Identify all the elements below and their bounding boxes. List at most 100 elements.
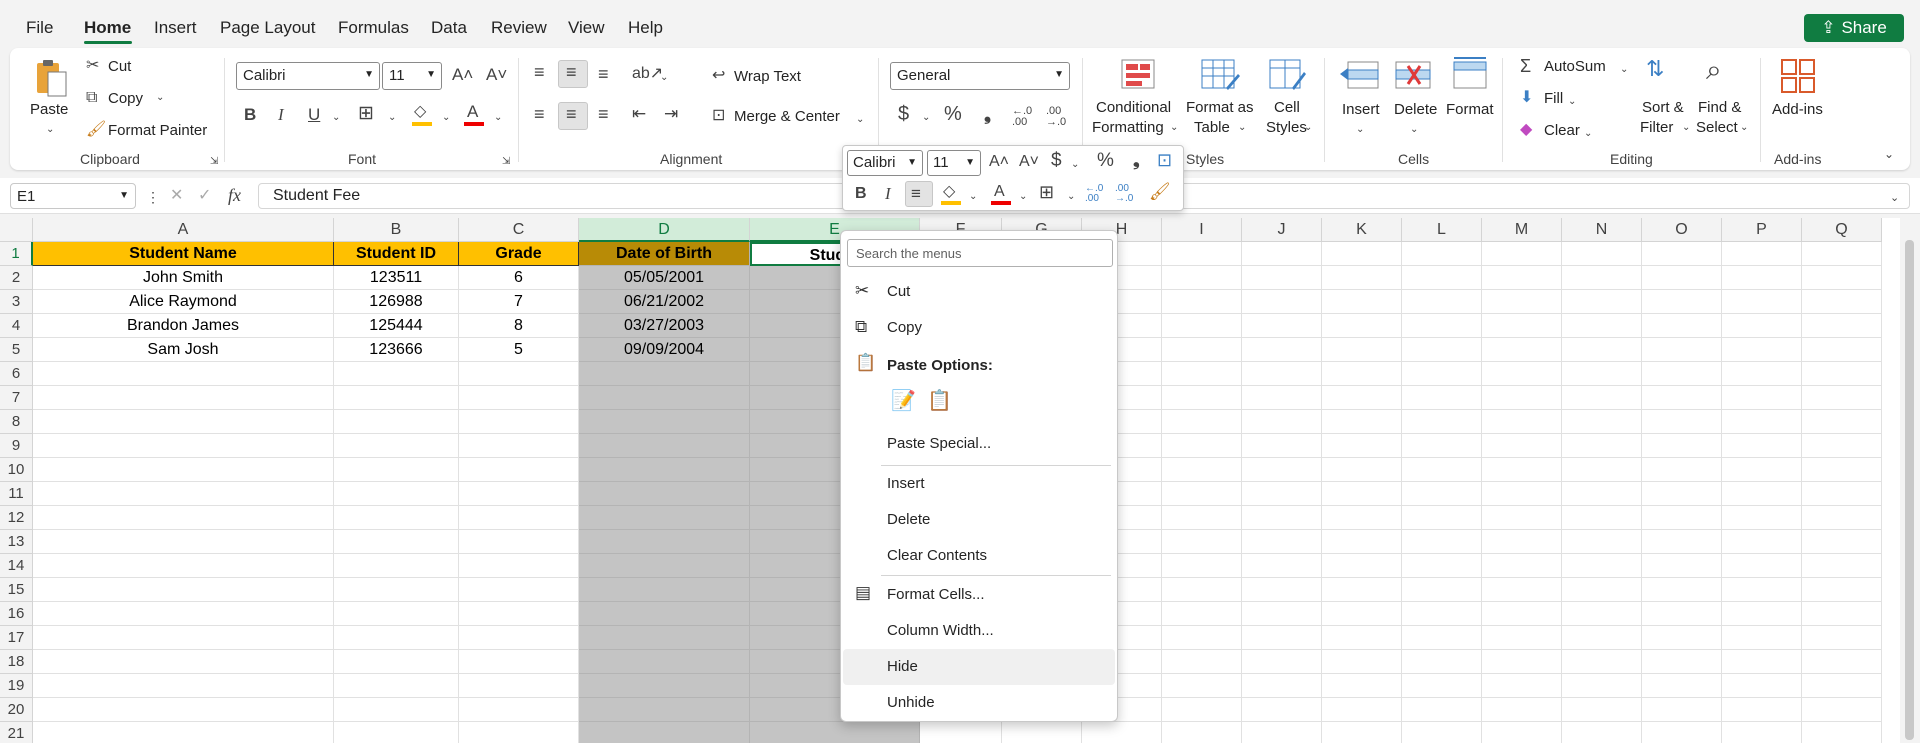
insert-function-icon[interactable]: fx: [228, 186, 241, 204]
empty-cell[interactable]: [459, 386, 579, 410]
empty-cell[interactable]: [1482, 458, 1562, 482]
empty-cell[interactable]: [1482, 410, 1562, 434]
chevron-down-icon[interactable]: ⌄: [922, 110, 930, 126]
empty-cell[interactable]: [579, 482, 750, 506]
empty-cell[interactable]: [1642, 626, 1722, 650]
row-header-16[interactable]: 16: [0, 602, 33, 626]
empty-cell[interactable]: [1802, 674, 1882, 698]
empty-cell[interactable]: [1642, 530, 1722, 554]
chevron-down-icon[interactable]: ⌄: [1071, 157, 1079, 173]
more-options-icon[interactable]: ⋮: [146, 189, 160, 205]
empty-cell[interactable]: [1722, 698, 1802, 722]
row-header-6[interactable]: 6: [0, 362, 33, 386]
empty-cell[interactable]: [1642, 482, 1722, 506]
empty-cell[interactable]: [1322, 698, 1402, 722]
empty-cell[interactable]: [1642, 650, 1722, 674]
empty-cell[interactable]: [1482, 722, 1562, 743]
empty-cell[interactable]: [459, 626, 579, 650]
table-cell[interactable]: 09/09/2004: [579, 338, 750, 362]
empty-cell[interactable]: [1162, 434, 1242, 458]
empty-cell[interactable]: [1802, 722, 1882, 743]
empty-cell[interactable]: [1402, 554, 1482, 578]
align-right-icon[interactable]: ≡: [598, 105, 609, 123]
empty-cell[interactable]: [1242, 650, 1322, 674]
empty-cell[interactable]: [1562, 362, 1642, 386]
menu-item-clear-contents[interactable]: Clear Contents: [887, 547, 987, 564]
table-cell[interactable]: Alice Raymond: [33, 290, 334, 314]
empty-cell[interactable]: [459, 674, 579, 698]
empty-cell[interactable]: [1802, 338, 1882, 362]
copy-button[interactable]: Copy: [108, 90, 143, 107]
tab-data[interactable]: Data: [431, 18, 467, 38]
empty-cell[interactable]: [1402, 266, 1482, 290]
menu-item-insert[interactable]: Insert: [887, 475, 925, 492]
row-header-5[interactable]: 5: [0, 338, 33, 362]
empty-cell[interactable]: [459, 482, 579, 506]
empty-cell[interactable]: [1402, 602, 1482, 626]
column-header-m[interactable]: M: [1482, 218, 1562, 242]
empty-cell[interactable]: [920, 722, 1002, 743]
empty-cell[interactable]: [1722, 482, 1802, 506]
empty-cell[interactable]: [1322, 530, 1402, 554]
empty-cell[interactable]: [459, 410, 579, 434]
empty-cell[interactable]: [1242, 362, 1322, 386]
find-select-label-2[interactable]: Select: [1696, 118, 1738, 138]
empty-cell[interactable]: [1722, 626, 1802, 650]
font-color-icon[interactable]: A: [464, 103, 486, 126]
format-cells-button[interactable]: Format: [1446, 100, 1494, 120]
empty-cell[interactable]: [1402, 362, 1482, 386]
scrollbar-thumb[interactable]: [1905, 240, 1914, 740]
add-ins-icon[interactable]: [1780, 58, 1816, 94]
empty-cell[interactable]: [33, 410, 334, 434]
table-cell[interactable]: 123666: [334, 338, 459, 362]
empty-cell[interactable]: [1402, 314, 1482, 338]
empty-cell[interactable]: [334, 650, 459, 674]
empty-cell[interactable]: [1242, 698, 1322, 722]
empty-cell[interactable]: [1802, 578, 1882, 602]
empty-cell[interactable]: [1162, 386, 1242, 410]
empty-cell[interactable]: [1722, 458, 1802, 482]
font-size-dropdown[interactable]: 11 ▼: [382, 62, 442, 90]
column-header-a[interactable]: A: [33, 218, 334, 242]
find-select-label[interactable]: Find &: [1698, 98, 1741, 118]
empty-cell[interactable]: [334, 698, 459, 722]
empty-cell[interactable]: [334, 362, 459, 386]
empty-cell[interactable]: [1402, 434, 1482, 458]
empty-cell[interactable]: [1562, 242, 1642, 266]
chevron-down-icon[interactable]: ⌄: [388, 110, 396, 126]
mini-size-dropdown[interactable]: 11 ▼: [927, 150, 981, 176]
empty-cell[interactable]: [579, 578, 750, 602]
row-header-15[interactable]: 15: [0, 578, 33, 602]
number-format-dropdown[interactable]: General ▼: [890, 62, 1070, 90]
insert-cells-button[interactable]: Insert: [1342, 100, 1380, 120]
row-header-2[interactable]: 2: [0, 266, 33, 290]
row-header-1[interactable]: 1: [0, 242, 33, 266]
empty-cell[interactable]: [1162, 362, 1242, 386]
empty-cell[interactable]: [1322, 242, 1402, 266]
empty-cell[interactable]: [1322, 554, 1402, 578]
align-top-icon[interactable]: ≡: [534, 63, 545, 81]
fill-color-icon[interactable]: ◇: [412, 104, 434, 126]
empty-cell[interactable]: [579, 626, 750, 650]
empty-cell[interactable]: [1482, 602, 1562, 626]
empty-cell[interactable]: [1642, 410, 1722, 434]
empty-cell[interactable]: [1722, 554, 1802, 578]
italic-icon[interactable]: I: [885, 185, 891, 202]
empty-cell[interactable]: [1322, 410, 1402, 434]
empty-cell[interactable]: [579, 362, 750, 386]
cut-button[interactable]: Cut: [108, 58, 131, 75]
tab-view[interactable]: View: [568, 18, 605, 38]
empty-cell[interactable]: [1802, 554, 1882, 578]
empty-cell[interactable]: [1242, 554, 1322, 578]
empty-cell[interactable]: [579, 698, 750, 722]
empty-cell[interactable]: [1242, 338, 1322, 362]
empty-cell[interactable]: [1322, 506, 1402, 530]
empty-cell[interactable]: [1562, 674, 1642, 698]
empty-cell[interactable]: [1642, 578, 1722, 602]
empty-cell[interactable]: [1162, 314, 1242, 338]
column-header-n[interactable]: N: [1562, 218, 1642, 242]
chevron-down-icon[interactable]: ⌄: [332, 110, 340, 126]
empty-cell[interactable]: [1562, 554, 1642, 578]
menu-item-format-cells[interactable]: Format Cells...: [887, 586, 985, 603]
empty-cell[interactable]: [1722, 602, 1802, 626]
